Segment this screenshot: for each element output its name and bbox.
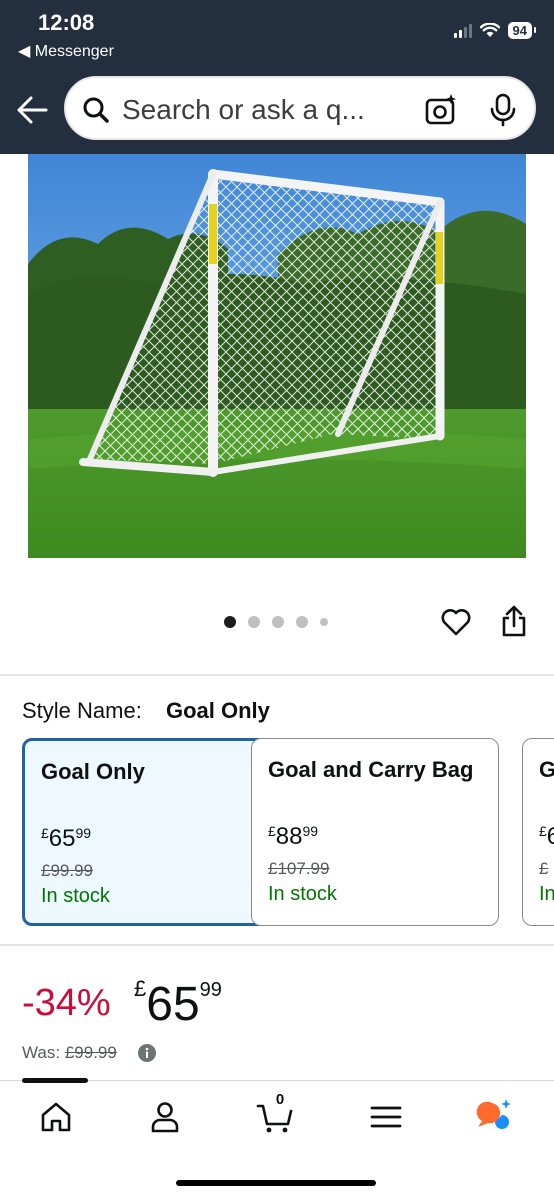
option-price: £8899 [268, 823, 319, 850]
style-option-goal-and-carry-bag[interactable]: Goal and Carry Bag £8899 £107.99 In stoc… [251, 738, 499, 926]
option-was-price: £ [539, 859, 549, 878]
search-input[interactable] [122, 92, 412, 128]
option-price: £6 [539, 823, 554, 850]
option-price: £6599 [41, 825, 92, 852]
football-goal-image [28, 154, 526, 558]
carousel-dot[interactable] [320, 618, 328, 626]
image-carousel-dots[interactable] [224, 616, 328, 628]
cart-button[interactable]: 0 [256, 1091, 296, 1137]
menu-icon[interactable] [366, 1097, 406, 1137]
product-image[interactable] [28, 154, 526, 558]
share-icon[interactable] [500, 604, 528, 638]
option-was-price: £107.99 [268, 859, 330, 878]
option-title: Goal Only [41, 759, 145, 784]
section-divider [0, 674, 554, 676]
search-icon [83, 97, 109, 123]
back-arrow-icon[interactable] [14, 88, 50, 132]
info-icon[interactable] [138, 1044, 156, 1062]
rufus-assistant-icon[interactable] [474, 1097, 514, 1137]
option-stock-status: In stock [41, 885, 110, 907]
battery-indicator: 94 [507, 22, 537, 39]
wifi-icon [479, 23, 500, 37]
style-option-partial[interactable]: G £6 £ In [522, 738, 554, 926]
carousel-dot[interactable] [296, 616, 308, 628]
carousel-dot[interactable] [224, 616, 236, 628]
option-stock-status: In [539, 883, 554, 905]
cellular-signal-icon [453, 23, 472, 38]
status-indicators: 94 [453, 22, 537, 39]
microphone-icon[interactable] [488, 92, 518, 128]
style-name-label: Style Name: [22, 698, 142, 723]
option-was-price: £99.99 [41, 861, 93, 880]
home-icon[interactable] [36, 1097, 76, 1137]
header: 12:08 ◀ Messenger 94 [0, 0, 554, 154]
discount-percentage: -34% [22, 982, 111, 1024]
account-icon[interactable] [145, 1097, 185, 1137]
style-name-value: Goal Only [166, 698, 270, 723]
active-tab-indicator [22, 1078, 88, 1083]
heart-icon[interactable] [440, 606, 472, 638]
home-indicator [176, 1180, 376, 1186]
style-option-goal-only[interactable]: Goal Only £6599 £99.99 In stock [22, 738, 270, 926]
option-stock-status: In stock [268, 883, 337, 905]
option-title: Goal and Carry Bag [268, 757, 474, 782]
carousel-dot[interactable] [248, 616, 260, 628]
status-time: 12:08 [38, 10, 95, 35]
current-price: £6599 [134, 976, 222, 1031]
cart-count: 0 [275, 1091, 285, 1108]
search-bar[interactable] [64, 76, 536, 140]
camera-lens-icon[interactable] [424, 93, 458, 127]
was-price: Was: £99.99 [22, 1043, 117, 1062]
section-divider [0, 944, 554, 946]
carousel-dot[interactable] [272, 616, 284, 628]
option-title: G [539, 757, 554, 783]
back-to-app-link[interactable]: ◀ Messenger [18, 41, 114, 61]
